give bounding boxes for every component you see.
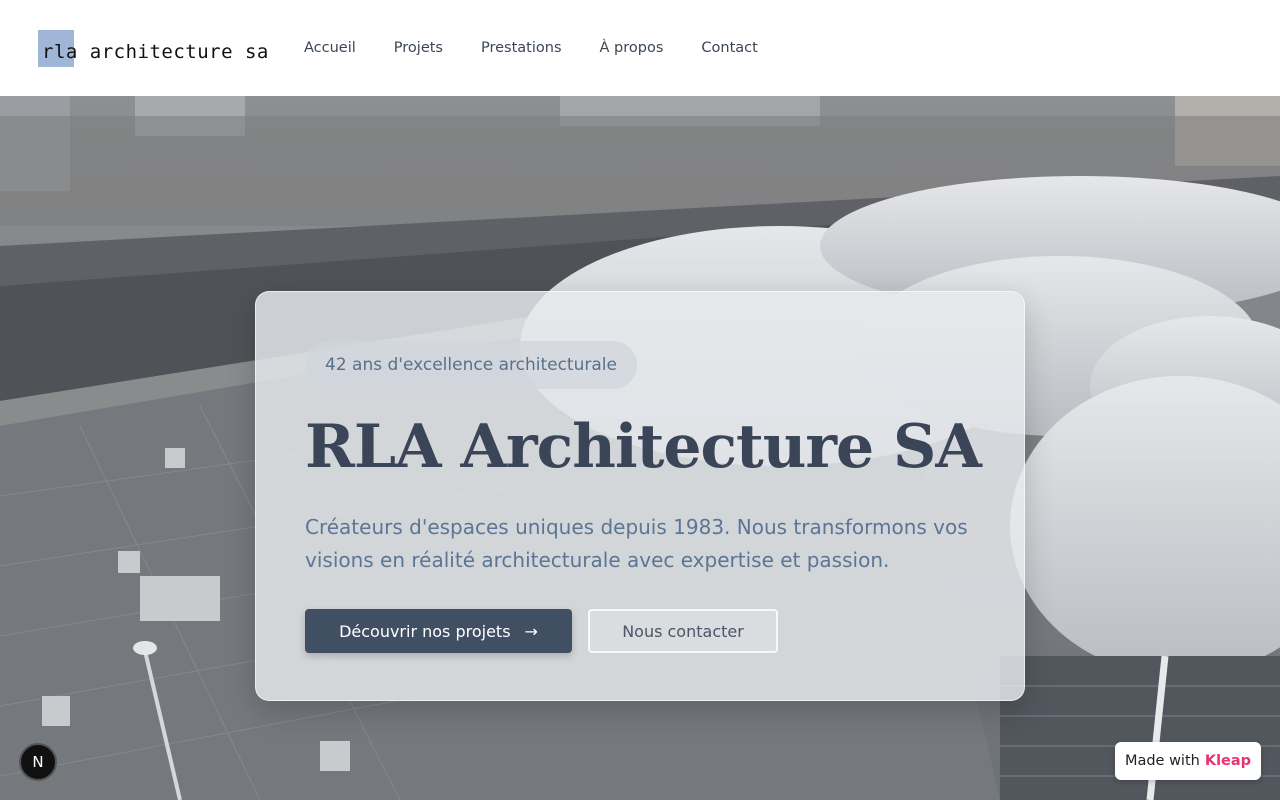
arrow-right-icon: → [524,621,538,641]
nav-prestations[interactable]: Prestations [462,0,581,96]
nav-a-propos[interactable]: À propos [581,0,683,96]
nav-projets[interactable]: Projets [375,0,462,96]
nav-accueil[interactable]: Accueil [285,0,375,96]
site-header: rla architecture sa Accueil Projets Pres… [0,0,1280,96]
hero-card: 42 ans d'excellence architecturale RLA A… [255,291,1025,701]
logo[interactable]: rla architecture sa [38,30,269,67]
experience-badge: 42 ans d'excellence architecturale [305,341,637,389]
discover-projects-button[interactable]: Découvrir nos projets → [305,609,572,653]
made-with-label: Made with [1124,753,1200,769]
main-nav: Accueil Projets Prestations À propos Con… [285,0,777,96]
n-logo-icon[interactable]: N [19,743,57,781]
hero-description: Créateurs d'espaces uniques depuis 1983.… [305,515,968,572]
made-with-kleap-badge[interactable]: Made with Kleap [1115,742,1261,780]
kleap-brand: Kleap [1204,753,1252,769]
logo-text: rla architecture sa [42,40,269,63]
contact-us-button[interactable]: Nous contacter [588,609,778,653]
discover-projects-label: Découvrir nos projets [339,621,511,641]
hero-title: RLA Architecture SA [305,412,982,482]
nav-contact[interactable]: Contact [682,0,776,96]
